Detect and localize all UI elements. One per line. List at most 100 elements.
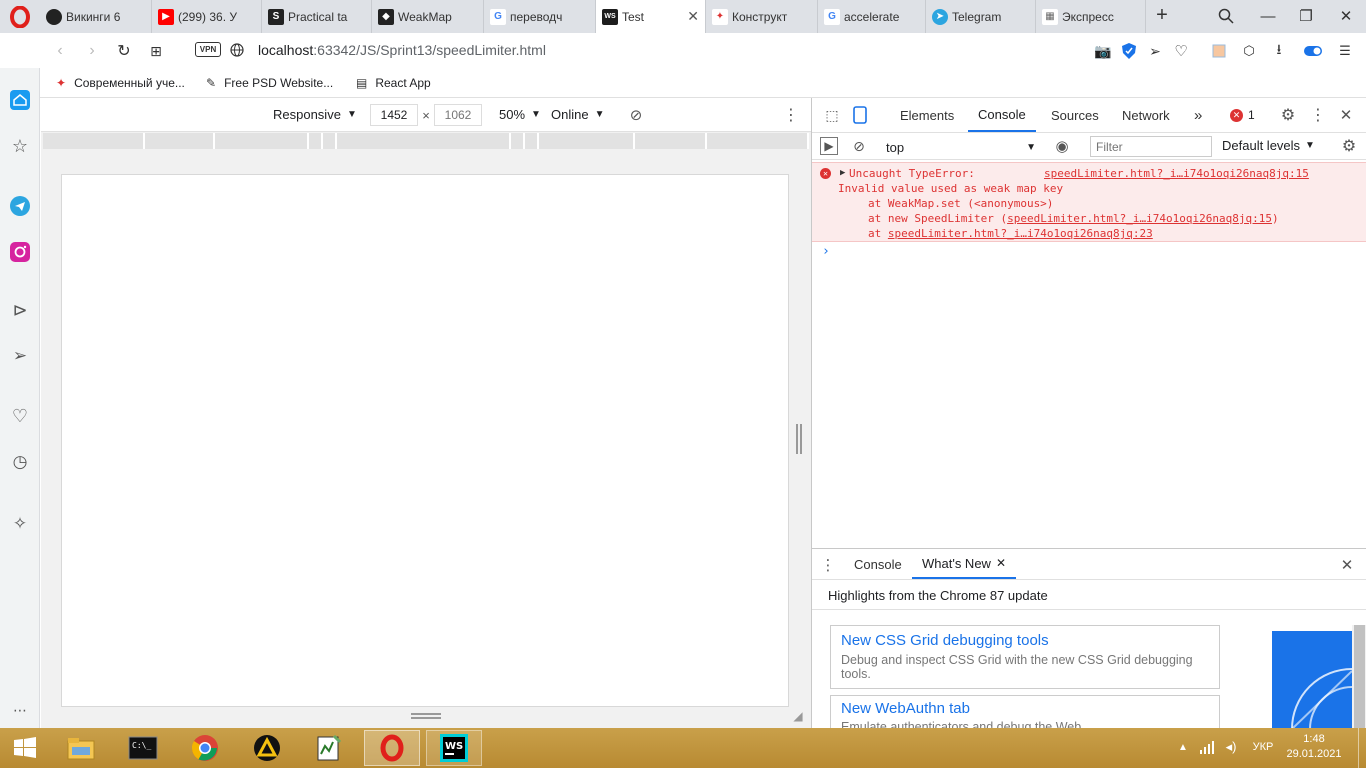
clock[interactable]: 1:48 29.01.2021 — [1282, 732, 1346, 764]
tab-grid-icon[interactable]: ⊞ — [146, 41, 166, 61]
restore-button[interactable]: ❐ — [1294, 5, 1318, 27]
tab-sources[interactable]: Sources — [1041, 98, 1109, 132]
expand-triangle-icon[interactable]: ▶ — [840, 168, 845, 178]
reload-icon[interactable]: ↻ — [114, 41, 134, 61]
instagram-icon[interactable] — [8, 240, 32, 264]
tab-network[interactable]: Network — [1112, 98, 1180, 132]
device-toggle-icon[interactable] — [850, 106, 870, 124]
show-desktop-button[interactable] — [1358, 728, 1366, 768]
rotate-icon[interactable]: ⊘ — [627, 106, 645, 124]
more-icon[interactable]: ⋯ — [8, 698, 32, 722]
globe-icon[interactable] — [228, 41, 246, 59]
extension-cube-icon[interactable] — [1210, 42, 1228, 60]
bookmark-item[interactable]: ✎ Free PSD Website... — [206, 75, 333, 91]
search-tabs-icon[interactable] — [1214, 5, 1238, 27]
media-query-bar[interactable] — [41, 132, 811, 150]
context-select[interactable]: top ▼ — [886, 137, 1036, 157]
camera-icon[interactable]: 📷 — [1094, 42, 1112, 60]
heart-icon[interactable]: ♡ — [1172, 42, 1190, 60]
vpn-badge[interactable]: VPN — [195, 42, 221, 57]
star-icon[interactable]: ☆ — [8, 134, 32, 158]
resize-handle-bottom[interactable] — [411, 713, 441, 719]
tab-express[interactable]: ▦ Экспресс — [1036, 0, 1146, 33]
opera-taskbar-icon[interactable] — [364, 730, 420, 766]
telegram-icon[interactable] — [8, 194, 32, 218]
whats-new-card[interactable]: New WebAuthn tab Emulate authenticators … — [830, 695, 1220, 729]
scrollbar-thumb[interactable] — [1354, 625, 1365, 729]
width-input[interactable]: 1452 — [370, 104, 418, 126]
device-mode-select[interactable]: Responsive ▼ — [273, 107, 357, 122]
whats-new-card[interactable]: New CSS Grid debugging tools Debug and i… — [830, 625, 1220, 689]
send-icon[interactable]: ➢ — [8, 344, 32, 368]
battery-toggle-icon[interactable] — [1302, 42, 1324, 60]
close-window-button[interactable]: ✕ — [1334, 5, 1358, 27]
history-clock-icon[interactable]: ◷ — [8, 450, 32, 474]
tab-test[interactable]: WS Test ✕ — [596, 0, 706, 33]
tab-constructor[interactable]: ✦ Конструкт — [706, 0, 818, 33]
tab-telegram[interactable]: ➤ Telegram — [926, 0, 1036, 33]
bookmark-item[interactable]: ✦ Современный уче... — [56, 75, 185, 91]
console-settings-gear-icon[interactable]: ⚙ — [1340, 137, 1358, 155]
forward-icon[interactable]: › — [82, 41, 102, 61]
box-icon[interactable]: ⬡ — [1240, 42, 1258, 60]
opera-logo-icon[interactable] — [6, 4, 34, 30]
customize-menu-icon[interactable]: ⋮ — [1310, 106, 1326, 124]
adblock-shield-icon[interactable] — [1120, 42, 1138, 60]
tab-vikings[interactable]: Викинги 6 — [40, 0, 152, 33]
easy-setup-icon[interactable]: ☰ — [1336, 42, 1354, 60]
drawer-tab-whats-new[interactable]: What's New ✕ — [912, 549, 1017, 579]
height-input[interactable]: 1062 — [434, 104, 482, 126]
tab-weakmap[interactable]: ◆ WeakMap — [372, 0, 484, 33]
tab-elements[interactable]: Elements — [890, 98, 964, 132]
drawer-scrollbar[interactable] — [1352, 625, 1366, 729]
tab-console[interactable]: Console — [968, 98, 1036, 132]
zoom-select[interactable]: 50% ▼ — [499, 107, 541, 122]
network-signal-icon[interactable] — [1198, 739, 1216, 755]
volume-icon[interactable]: ◂) — [1222, 739, 1240, 755]
settings-gear-icon[interactable]: ⚙ — [1278, 106, 1298, 124]
tab-translate[interactable]: G переводч — [484, 0, 596, 33]
minimize-button[interactable]: — — [1256, 5, 1280, 27]
stack-frame-link[interactable]: speedLimiter.html?_i…i74o1oqi26naq8jq:15 — [1007, 212, 1272, 225]
show-sidebar-icon[interactable]: ▶ — [820, 137, 838, 155]
console-error-message[interactable]: ✕ ▶ Uncaught TypeError: speedLimiter.htm… — [812, 162, 1366, 242]
tab-accelerate[interactable]: G accelerate — [818, 0, 926, 33]
close-tab-icon[interactable]: ✕ — [687, 8, 699, 25]
language-indicator[interactable]: УКР — [1248, 738, 1278, 756]
heart-icon[interactable]: ♡ — [8, 404, 32, 428]
bookmark-item[interactable]: ▤ React App — [356, 75, 431, 91]
resize-handle-right[interactable] — [796, 424, 802, 454]
drawer-menu-icon[interactable]: ⋮ — [821, 555, 836, 575]
more-tabs-icon[interactable]: » — [1184, 98, 1212, 132]
network-throttle-select[interactable]: Online ▼ — [551, 107, 604, 122]
console-prompt[interactable]: › — [822, 244, 830, 259]
error-counter[interactable]: ✕ 1 — [1230, 108, 1255, 122]
new-tab-button[interactable]: + — [1152, 4, 1172, 26]
terminal-icon[interactable]: C:\_ — [118, 730, 168, 766]
file-explorer-icon[interactable] — [56, 730, 106, 766]
tab-youtube[interactable]: ▶ (299) 36. У — [152, 0, 262, 33]
resize-corner-icon[interactable]: ◢ — [790, 708, 806, 724]
back-icon[interactable]: ‹ — [50, 41, 70, 61]
clear-console-icon[interactable]: ⊘ — [850, 137, 868, 155]
download-icon[interactable]: ⭳ — [1270, 41, 1288, 60]
log-levels-select[interactable]: Default levels ▼ — [1222, 138, 1315, 153]
url-field[interactable]: localhost:63342/JS/Sprint13/speedLimiter… — [258, 41, 546, 59]
tab-practical[interactable]: S Practical ta — [262, 0, 372, 33]
app-triangle-icon[interactable] — [242, 730, 292, 766]
more-options-icon[interactable]: ⋮ — [783, 106, 799, 124]
chrome-icon[interactable] — [180, 730, 230, 766]
stack-frame-link[interactable]: speedLimiter.html?_i…i74o1oqi26naq8jq:23 — [888, 227, 1153, 240]
home-icon[interactable] — [8, 88, 32, 112]
send-icon[interactable]: ➢ — [1146, 42, 1164, 60]
lightbulb-icon[interactable]: ✧ — [8, 512, 32, 536]
close-drawer-icon[interactable]: ✕ — [1338, 555, 1356, 575]
notepad-icon[interactable] — [304, 730, 354, 766]
drawer-tab-console[interactable]: Console — [844, 549, 912, 579]
tray-expand-icon[interactable]: ▲ — [1176, 740, 1190, 754]
windows-start-icon[interactable] — [0, 730, 50, 766]
close-tab-icon[interactable]: ✕ — [996, 556, 1006, 570]
filter-input[interactable] — [1090, 136, 1212, 157]
error-source-link[interactable]: speedLimiter.html?_i…i74o1oqi26naq8jq:15 — [1044, 167, 1309, 180]
player-icon[interactable]: ⊳ — [8, 298, 32, 322]
